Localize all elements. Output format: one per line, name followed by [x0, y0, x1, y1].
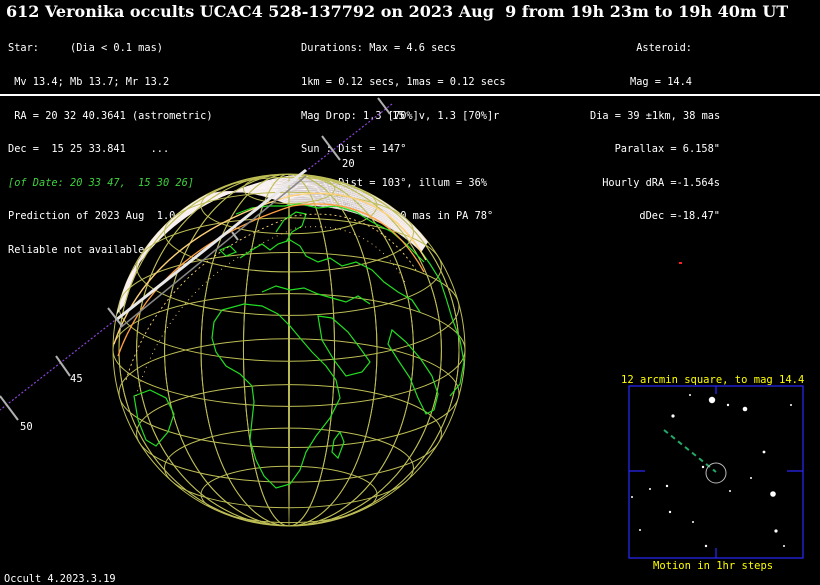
star — [668, 510, 672, 514]
star — [742, 406, 748, 412]
red-marker — [679, 262, 682, 264]
star — [729, 490, 731, 492]
star-chart-caption: Motion in 1hr steps — [653, 560, 774, 572]
meridian-line — [288, 174, 290, 526]
map-graphics: 15 20 45 50 — [0, 97, 804, 559]
star — [708, 396, 716, 404]
star — [704, 544, 708, 548]
target-star-ring — [705, 462, 727, 484]
star-field — [631, 394, 792, 548]
star — [689, 394, 691, 396]
version-footer: Occult 4.2023.3.19 — [4, 573, 116, 585]
star — [726, 403, 730, 407]
star — [701, 465, 705, 469]
star — [790, 404, 792, 406]
occult-map-window: 612 Veronika occults UCAC4 528-137792 on… — [0, 0, 820, 585]
star-chart — [628, 385, 804, 559]
tick-15 — [377, 97, 391, 115]
tick-45 — [55, 355, 71, 377]
star — [783, 545, 785, 547]
asteroid-motion — [663, 429, 717, 473]
star — [649, 488, 651, 490]
star — [770, 491, 776, 497]
track-label-50: 50 — [20, 421, 33, 433]
star-chart-title: 12 arcmin square, to mag 14.4 — [621, 374, 805, 386]
star — [639, 529, 641, 531]
star — [762, 450, 766, 454]
track-label-45: 45 — [70, 373, 83, 385]
star — [774, 529, 778, 533]
track-label-20: 20 — [342, 158, 355, 170]
star — [631, 496, 633, 498]
star — [692, 521, 694, 523]
star — [665, 484, 669, 488]
star — [750, 477, 752, 479]
star — [671, 414, 675, 418]
track-label-15: 15 — [392, 110, 405, 122]
